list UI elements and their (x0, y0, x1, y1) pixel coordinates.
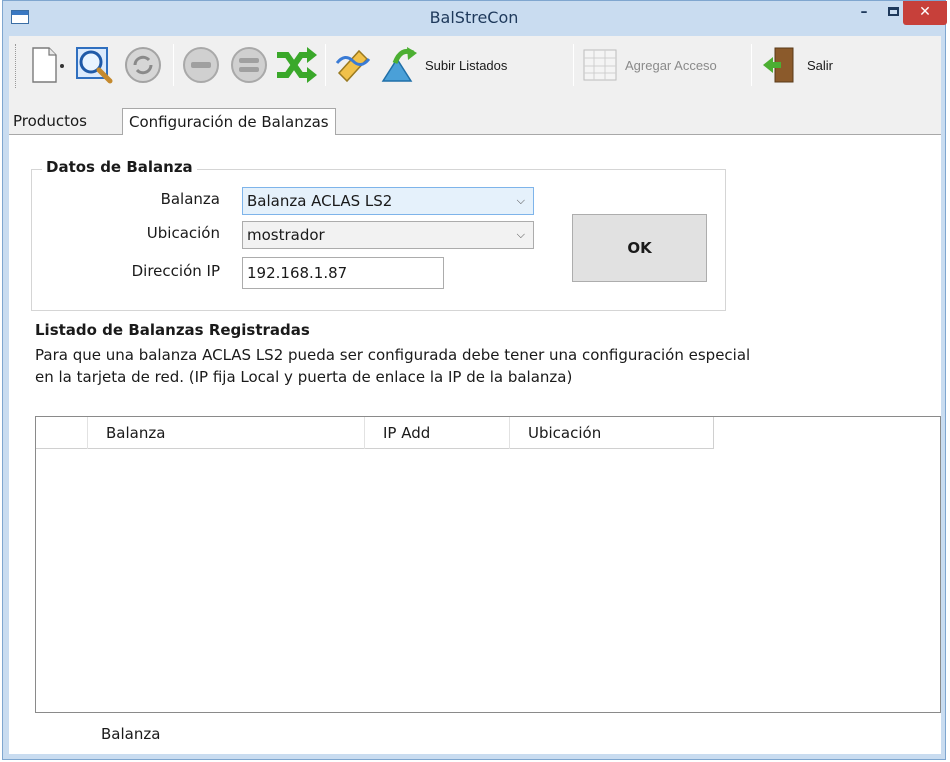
datos-balanza-group: Datos de Balanza Balanza Balanza ACLAS L… (31, 158, 726, 311)
tab-configuracion-balanzas[interactable]: Configuración de Balanzas (122, 108, 336, 135)
balanza-select-value: Balanza ACLAS LS2 (247, 192, 393, 210)
ubicacion-label: Ubicación (146, 224, 220, 242)
group-title: Datos de Balanza (42, 158, 197, 176)
ip-input[interactable]: 192.168.1.87 (242, 257, 444, 289)
tab-productos[interactable]: Productos (9, 110, 91, 134)
tab-page-configuracion: Datos de Balanza Balanza Balanza ACLAS L… (9, 134, 941, 754)
grid-icon (583, 49, 617, 81)
balanza-label: Balanza (160, 190, 220, 208)
grid-row-header-corner[interactable] (36, 417, 88, 449)
listado-description-line1: Para que una balanza ACLAS LS2 pueda ser… (35, 346, 751, 364)
toolbar-separator (573, 44, 574, 86)
upload-arrow-icon (381, 47, 417, 82)
salir-button[interactable]: Salir (759, 42, 833, 88)
toolbar-separator (751, 44, 752, 86)
new-document-button[interactable] (23, 42, 67, 88)
edit-button[interactable] (331, 42, 375, 88)
refresh-icon (125, 47, 161, 83)
preview-button[interactable] (71, 42, 117, 88)
ubicacion-select-value: mostrador (247, 226, 325, 244)
exit-door-icon (763, 47, 794, 83)
agregar-acceso-label: Agregar Acceso (625, 57, 717, 73)
balanza-select[interactable]: Balanza ACLAS LS2 ⌵ (242, 187, 534, 215)
minimize-button[interactable]: – (849, 1, 879, 25)
shuffle-icon (277, 47, 317, 83)
app-window: BalStreCon – ✕ Subir Listados Agregar Ac… (2, 0, 947, 760)
toolbar-separator (173, 44, 174, 86)
magnifier-icon (76, 47, 113, 84)
client-area: Subir Listados Agregar Acceso Salir Prod… (9, 36, 941, 754)
toolbar: Subir Listados Agregar Acceso Salir (9, 36, 941, 106)
column-header-balanza[interactable]: Balanza (88, 417, 365, 449)
toolbar-separator (325, 44, 326, 86)
ok-button[interactable]: OK (572, 214, 707, 282)
maximize-icon (887, 7, 899, 16)
chevron-down-icon[interactable]: ⌵ (517, 222, 525, 248)
new-document-icon (32, 47, 64, 83)
tab-strip: Productos Configuración de Balanzas (9, 108, 941, 135)
title-bar[interactable]: BalStreCon – ✕ (3, 1, 947, 35)
footer-balanza-label: Balanza (101, 725, 161, 743)
balanzas-grid[interactable]: Balanza IP Add Ubicación (35, 416, 941, 713)
remove-button[interactable] (179, 42, 223, 88)
salir-label: Salir (807, 57, 834, 73)
ubicacion-select[interactable]: mostrador ⌵ (242, 221, 534, 249)
subir-listados-button[interactable]: Subir Listados (377, 42, 507, 88)
equals-button[interactable] (227, 42, 271, 88)
listado-description-line2: en la tarjeta de red. (IP fija Local y p… (35, 368, 573, 386)
shuffle-button[interactable] (273, 42, 319, 88)
ip-label: Dirección IP (131, 262, 220, 280)
refresh-button[interactable] (121, 42, 165, 88)
equals-circle-icon (231, 47, 267, 83)
grid-header: Balanza IP Add Ubicación (36, 417, 714, 449)
subir-listados-label: Subir Listados (425, 57, 508, 73)
chevron-down-icon[interactable]: ⌵ (517, 188, 525, 214)
toolbar-grip[interactable] (15, 44, 18, 88)
column-header-ubicacion[interactable]: Ubicación (510, 417, 714, 449)
edit-icon (335, 49, 371, 83)
close-button[interactable]: ✕ (903, 1, 947, 25)
column-header-ip[interactable]: IP Add (365, 417, 510, 449)
listado-title: Listado de Balanzas Registradas (35, 321, 310, 339)
window-title: BalStreCon (429, 8, 519, 27)
agregar-acceso-button[interactable]: Agregar Acceso (581, 42, 717, 88)
minus-circle-icon (183, 47, 219, 83)
